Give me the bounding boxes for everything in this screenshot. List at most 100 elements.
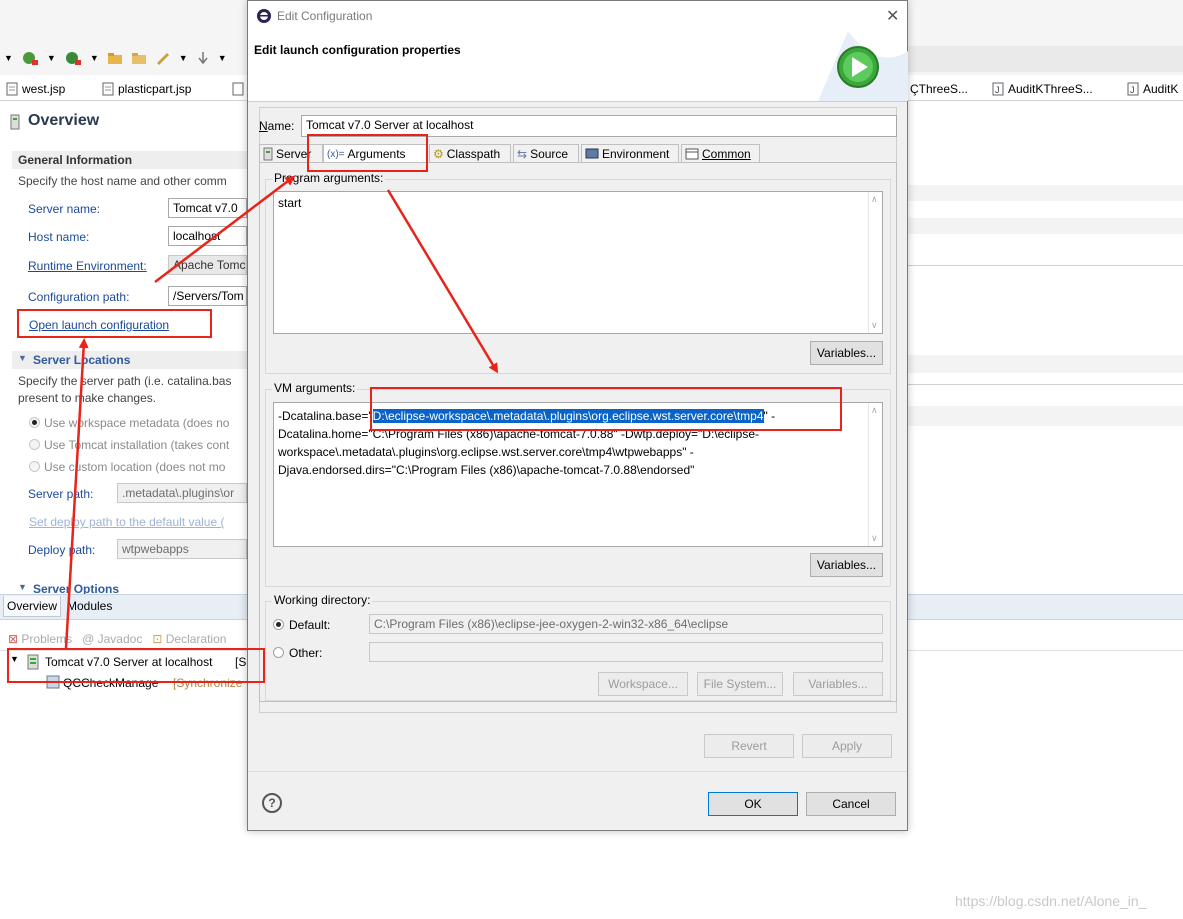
jsp-file-icon — [6, 82, 18, 96]
dropdown-arrow-icon[interactable]: ▼ — [47, 53, 56, 63]
default-directory-field[interactable]: C:\Program Files (x86)\eclipse-jee-oxyge… — [369, 614, 883, 634]
runtime-environment-link[interactable]: Runtime Environment: — [28, 259, 147, 273]
default-radio[interactable] — [273, 619, 284, 630]
working-variables-button[interactable]: Variables... — [793, 672, 883, 696]
pen-icon[interactable] — [155, 51, 171, 65]
editor-tab[interactable]: plasticpart.jsp — [102, 82, 191, 96]
tab-environment-label: Environment — [602, 147, 670, 161]
editor-tab[interactable]: ÇThreeS... — [910, 82, 968, 96]
set-deploy-path-link[interactable]: Set deploy path to the default value ( — [29, 515, 224, 529]
tab-modules[interactable]: Modules — [64, 596, 115, 616]
tab-server[interactable]: Server — [259, 144, 323, 163]
editor-tab[interactable]: J AuditKThreeS... — [992, 82, 1093, 96]
scroll-up-icon[interactable]: ∧ — [871, 405, 878, 416]
deploy-path-field[interactable]: wtpwebapps — [117, 539, 247, 559]
scroll-down-icon[interactable]: ∨ — [871, 533, 878, 544]
server-name-label: Server name: — [28, 202, 101, 216]
runtime-environment-field[interactable]: Apache Tomc — [168, 255, 247, 275]
tab-classpath-label: Classpath — [446, 147, 501, 161]
tab-environment[interactable]: Environment — [581, 144, 679, 163]
tab-javadoc[interactable]: @ Javadoc — [82, 632, 142, 646]
vm-line1-pre: -Dcatalina.base=" — [278, 409, 373, 423]
tab-declaration[interactable]: ⊡ Declaration — [152, 632, 226, 646]
open-launch-configuration-link[interactable]: Open launch configuration — [29, 318, 169, 332]
program-arguments-scrollbar[interactable]: ∧ ∨ — [868, 192, 882, 333]
editor-tab-label: ÇThreeS... — [910, 82, 969, 96]
tab-common-label: Common — [702, 147, 751, 161]
general-info-heading: General Information — [18, 153, 133, 167]
program-variables-button[interactable]: Variables... — [810, 341, 883, 365]
workspace-metadata-radio[interactable] — [29, 417, 40, 428]
tomcat-installation-radio[interactable] — [29, 439, 40, 450]
editor-tab-label: west.jsp — [22, 82, 66, 96]
environment-tab-icon — [585, 148, 599, 159]
other-directory-field[interactable] — [369, 642, 883, 662]
collapse-arrow-icon[interactable]: ▼ — [18, 353, 27, 363]
workspace-metadata-label: Use workspace metadata (does no — [44, 416, 230, 430]
editor-tab-label: plasticpart.jsp — [118, 82, 192, 96]
tab-common[interactable]: Common — [681, 144, 760, 163]
header-banner-icon — [818, 31, 908, 101]
apply-button[interactable]: Apply — [802, 734, 892, 758]
next-annotation-icon[interactable] — [196, 50, 210, 66]
bg-divider — [908, 384, 1183, 385]
watermark: https://blog.csdn.net/Alone_in_ — [955, 893, 1147, 909]
collapse-arrow-icon[interactable]: ▼ — [18, 582, 27, 592]
tab-classpath[interactable]: ⚙ Classpath — [429, 144, 511, 163]
vm-arguments-textarea[interactable]: -Dcatalina.base="D:\eclipse-workspace\.m… — [273, 402, 883, 547]
dropdown-arrow-icon[interactable]: ▼ — [179, 53, 188, 63]
editor-tab-partial[interactable] — [232, 82, 244, 99]
open-folder-icon[interactable] — [107, 51, 123, 65]
servers-view-tabs: ⊠ Problems @ Javadoc ⊡ Declaration — [8, 632, 226, 646]
dropdown-arrow-icon[interactable]: ▼ — [218, 53, 227, 63]
help-icon[interactable]: ? — [262, 793, 282, 813]
other-label: Other: — [289, 646, 323, 660]
name-input[interactable]: Tomcat v7.0 Server at localhost — [301, 115, 897, 137]
tab-declaration-label: Declaration — [165, 632, 227, 646]
tab-problems[interactable]: ⊠ Problems — [8, 632, 72, 646]
dialog-window-title: Edit Configuration — [277, 9, 373, 23]
module-item-label[interactable]: QCCheckManage — [63, 676, 158, 690]
toolbar-strip-right — [908, 46, 1183, 72]
tab-source[interactable]: ⇆ Source — [513, 144, 579, 163]
custom-location-radio[interactable] — [29, 461, 40, 472]
problems-icon: ⊠ — [8, 632, 19, 646]
server-path-field[interactable]: .metadata\.plugins\or — [117, 483, 247, 503]
tab-arguments[interactable]: (x)= Arguments — [323, 144, 427, 163]
scroll-up-icon[interactable]: ∧ — [871, 194, 878, 205]
program-arguments-textarea[interactable]: start ∧ ∨ — [273, 191, 883, 334]
vm-line2: Dcatalina.home="C:\Program Files (x86)\a… — [278, 427, 759, 441]
scroll-down-icon[interactable]: ∨ — [871, 320, 878, 331]
workspace-button[interactable]: Workspace... — [598, 672, 688, 696]
editor-tab[interactable]: J AuditK — [1127, 82, 1178, 96]
cancel-button[interactable]: Cancel — [806, 792, 896, 816]
server-name-field[interactable]: Tomcat v7.0 — [168, 198, 247, 218]
run-icon[interactable] — [64, 50, 82, 66]
debug-icon[interactable] — [21, 50, 39, 66]
module-item-status: [Synchronize — [173, 676, 243, 690]
file-system-button[interactable]: File System... — [697, 672, 783, 696]
tab-server-label: Server — [276, 147, 312, 161]
overview-title: Overview — [28, 112, 100, 129]
editor-tab-label: AuditK — [1143, 82, 1179, 96]
tab-overview[interactable]: Overview — [3, 596, 62, 617]
server-item-label[interactable]: Tomcat v7.0 Server at localhost — [45, 655, 212, 669]
configuration-path-field[interactable]: /Servers/Tom — [168, 286, 247, 306]
dropdown-arrow-icon[interactable]: ▼ — [4, 53, 13, 63]
ok-button[interactable]: OK — [708, 792, 798, 816]
host-name-field[interactable]: localhost — [168, 226, 247, 246]
vm-line1-post: " - — [763, 409, 776, 423]
folder-icon[interactable] — [131, 51, 147, 65]
dropdown-arrow-icon[interactable]: ▼ — [90, 53, 99, 63]
jsp-file-icon — [232, 82, 244, 96]
revert-button[interactable]: Revert — [704, 734, 794, 758]
expand-arrow-icon[interactable]: ▼ — [10, 654, 19, 664]
other-radio[interactable] — [273, 647, 284, 658]
editor-tab[interactable]: west.jsp — [6, 82, 65, 96]
editor-tab-label: AuditKThreeS... — [1008, 82, 1093, 96]
vm-arguments-scrollbar[interactable]: ∧ ∨ — [868, 403, 882, 546]
server-locations-desc: Specify the server path (i.e. catalina.b… — [18, 374, 232, 388]
host-name-label: Host name: — [28, 230, 90, 244]
vm-variables-button[interactable]: Variables... — [810, 553, 883, 577]
close-icon[interactable]: ✕ — [886, 6, 899, 26]
